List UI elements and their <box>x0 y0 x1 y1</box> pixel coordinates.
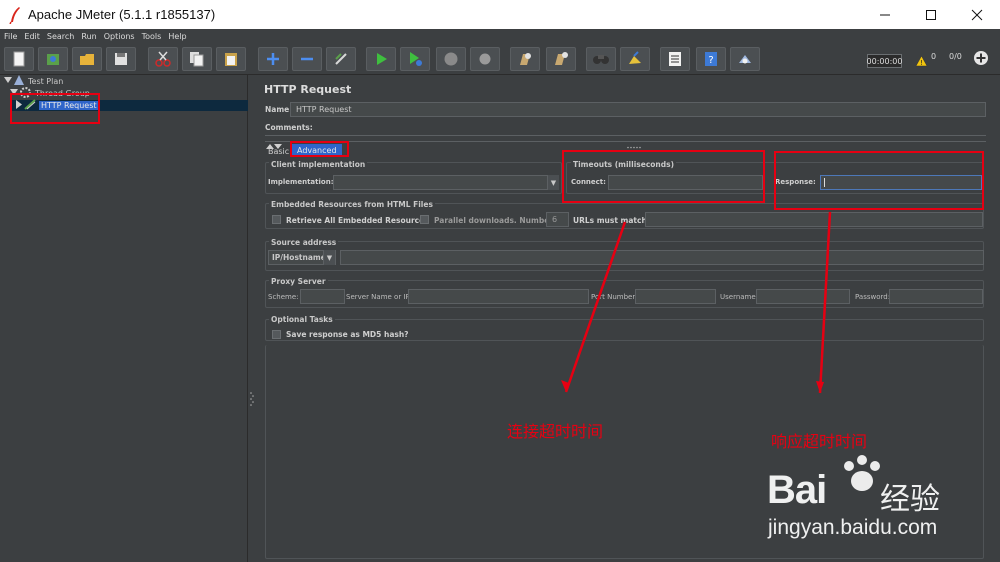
optional-tasks-title: Optional Tasks <box>269 315 335 324</box>
minimize-icon[interactable] <box>862 0 908 29</box>
menu-file[interactable]: File <box>4 32 17 41</box>
menu-bar: File Edit Search Run Options Tools Help <box>0 29 1000 43</box>
client-impl-title: Client implementation <box>269 160 368 169</box>
expand-all-icon[interactable] <box>258 47 288 71</box>
save-icon[interactable] <box>106 47 136 71</box>
proxy-port-field[interactable] <box>635 289 716 304</box>
implementation-label: Implementation: <box>268 178 334 186</box>
cut-icon[interactable] <box>148 47 178 71</box>
source-address-title: Source address <box>269 238 339 247</box>
function-helper-icon[interactable] <box>660 47 690 71</box>
thread-count: 0/0 <box>949 52 962 61</box>
clear-all-icon[interactable] <box>546 47 576 71</box>
stop-icon[interactable] <box>436 47 466 71</box>
toggle-icon[interactable] <box>326 47 356 71</box>
highlight-box-connect <box>562 150 765 203</box>
proxy-scheme-field[interactable] <box>300 289 345 304</box>
toolbar: ? 00:00:00 ! 0 0/0 <box>0 43 1000 75</box>
svg-text:!: ! <box>920 59 923 67</box>
maximize-icon[interactable] <box>908 0 954 29</box>
new-icon[interactable] <box>4 47 34 71</box>
password-label: Password: <box>855 293 891 301</box>
menu-search[interactable]: Search <box>47 32 74 41</box>
retrieve-all-label: Retrieve All Embedded Resources <box>286 216 429 225</box>
proxy-server-field[interactable] <box>408 289 589 304</box>
embedded-title: Embedded Resources from HTML Files <box>269 200 435 209</box>
chevron-down-icon[interactable]: ▼ <box>547 175 559 190</box>
server-label: Server Name or IP: <box>346 293 413 301</box>
watermark-brand2: 经验 <box>880 482 940 517</box>
warning-count: 0 <box>931 52 937 61</box>
parallel-downloads-label: Parallel downloads. Number: <box>434 216 556 225</box>
urls-must-match-field[interactable] <box>645 212 983 227</box>
implementation-select[interactable] <box>333 175 559 190</box>
menu-run[interactable]: Run <box>81 32 96 41</box>
divider <box>265 141 986 142</box>
response-timeout-note: 响应超时时间 <box>771 432 868 451</box>
add-icon[interactable] <box>973 50 989 70</box>
shutdown-icon[interactable] <box>470 47 500 71</box>
chevron-down-icon[interactable]: ▼ <box>323 250 335 265</box>
highlight-box-tree <box>10 93 100 124</box>
connect-timeout-note: 连接超时时间 <box>507 422 604 441</box>
window-title: Apache JMeter (5.1.1 r1855137) <box>28 7 216 22</box>
search-binoculars-icon[interactable] <box>586 47 616 71</box>
remote-icon[interactable] <box>730 47 760 71</box>
menu-tools[interactable]: Tools <box>142 32 162 41</box>
start-no-pauses-icon[interactable] <box>400 47 430 71</box>
help-icon[interactable]: ? <box>696 47 726 71</box>
svg-text:?: ? <box>708 55 713 66</box>
name-label: Name: <box>265 105 293 114</box>
start-icon[interactable] <box>366 47 396 71</box>
expand-arrow-icon[interactable] <box>4 76 12 86</box>
clear-icon[interactable] <box>510 47 540 71</box>
jmeter-window: Apache JMeter (5.1.1 r1855137) File Edit… <box>0 0 1000 562</box>
proxy-title: Proxy Server <box>269 277 328 286</box>
panel-title: HTTP Request <box>264 83 352 96</box>
menu-edit[interactable]: Edit <box>24 32 40 41</box>
proxy-username-field[interactable] <box>756 289 850 304</box>
watermark-brand: Bai <box>767 468 827 512</box>
open-icon[interactable] <box>72 47 102 71</box>
tree-item-label: Test Plan <box>28 76 64 86</box>
elapsed-timer: 00:00:00 <box>867 54 902 68</box>
baidu-watermark: Bai 经验 jingyan.baidu.com <box>764 454 994 544</box>
parallel-downloads-checkbox[interactable] <box>420 215 429 224</box>
name-field[interactable]: HTTP Request <box>290 102 986 117</box>
username-label: Username: <box>720 293 759 301</box>
port-label: Port Number: <box>591 293 638 301</box>
warning-icon[interactable]: ! <box>915 52 928 71</box>
md5-label: Save response as MD5 hash? <box>286 330 409 339</box>
splitter-handle[interactable] <box>248 75 256 562</box>
title-bar: Apache JMeter (5.1.1 r1855137) <box>0 0 1000 29</box>
watermark-url: jingyan.baidu.com <box>768 516 938 539</box>
paw-icon <box>839 454 885 498</box>
proxy-password-field[interactable] <box>889 289 983 304</box>
tree-item-test-plan[interactable]: Test Plan <box>4 74 64 87</box>
templates-icon[interactable] <box>38 47 68 71</box>
test-plan-tree: Test Plan Thread Group HTTP Request <box>0 74 248 562</box>
close-icon[interactable] <box>954 0 1000 29</box>
source-address-field[interactable] <box>340 250 984 265</box>
scheme-label: Scheme: <box>268 293 299 301</box>
reset-search-icon[interactable] <box>620 47 650 71</box>
collapse-all-icon[interactable] <box>292 47 322 71</box>
copy-icon[interactable] <box>182 47 212 71</box>
urls-must-match-label: URLs must match: <box>573 216 650 225</box>
retrieve-all-checkbox[interactable] <box>272 215 281 224</box>
parallel-number-field[interactable]: 6 <box>546 212 569 227</box>
menu-options[interactable]: Options <box>104 32 135 41</box>
md5-checkbox[interactable] <box>272 330 281 339</box>
jmeter-feather-icon <box>4 4 26 26</box>
tab-basic[interactable]: Basic <box>268 147 289 156</box>
comments-label: Comments: <box>265 123 313 132</box>
highlight-box-response <box>774 151 984 210</box>
paste-icon[interactable] <box>216 47 246 71</box>
highlight-box-advanced-tab <box>290 141 349 157</box>
menu-help[interactable]: Help <box>168 32 186 41</box>
